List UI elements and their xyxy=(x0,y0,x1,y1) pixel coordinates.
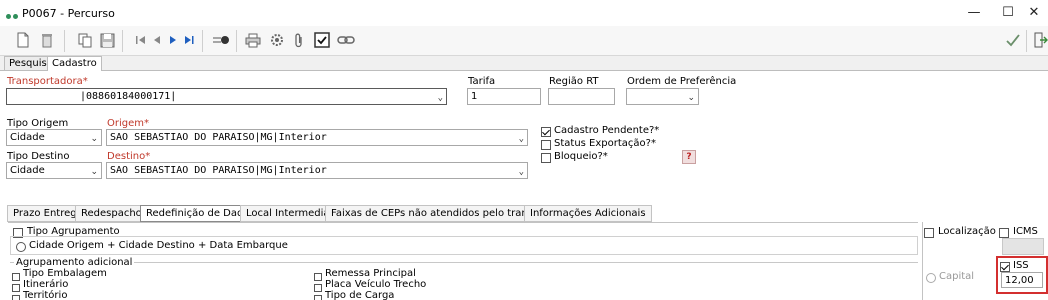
tarifa-label: Tarifa xyxy=(468,76,496,87)
panel-divider xyxy=(922,222,923,300)
cadastro-pendente-checkbox[interactable] xyxy=(541,125,551,138)
capital-label: Capital xyxy=(939,271,975,282)
minimize-button[interactable]: — xyxy=(964,4,984,22)
icms-label: ICMS xyxy=(1013,226,1038,237)
agrupamento-adicional-label: Agrupamento adicional xyxy=(14,257,135,268)
close-button[interactable]: ✕ xyxy=(1024,4,1044,22)
window-title: P0067 - Percurso xyxy=(22,7,115,20)
placa-veiculo-label: Placa Veículo Trecho xyxy=(325,279,427,290)
remessa-principal-label: Remessa Principal xyxy=(325,268,416,279)
territorio-label: Território xyxy=(23,290,68,300)
localizacao-label: Localização xyxy=(938,226,996,237)
tipo-destino-value: Cidade xyxy=(10,165,45,176)
app-logo-icon xyxy=(6,9,20,19)
new-doc-icon[interactable] xyxy=(14,31,32,49)
confirm-icon[interactable] xyxy=(1004,31,1022,49)
settings-icon[interactable] xyxy=(268,31,286,49)
divider xyxy=(10,262,918,263)
tipo-destino-label: Tipo Destino xyxy=(7,151,70,162)
subtab-informacoes-adicionais[interactable]: Informações Adicionais xyxy=(524,205,652,222)
tipo-origem-label: Tipo Origem xyxy=(7,118,69,129)
maximize-button[interactable]: ☐ xyxy=(998,4,1018,22)
last-record-icon[interactable] xyxy=(180,31,198,49)
transportadora-label: Transportadora* xyxy=(7,76,88,87)
tipo-origem-value: Cidade xyxy=(10,132,45,143)
tipo-origem-select[interactable]: Cidade ⌄ xyxy=(6,129,102,146)
origem-value: SAO SEBASTIAO DO PARAISO|MG|Interior xyxy=(110,132,327,143)
transportadora-value: |08860184000171| xyxy=(80,91,177,102)
iss-label: ISS xyxy=(1013,260,1029,271)
chevron-down-icon[interactable]: ⌄ xyxy=(90,132,98,145)
title-bar xyxy=(0,0,1048,26)
link-icon[interactable] xyxy=(337,31,355,49)
origem-label: Origem* xyxy=(107,118,150,129)
destino-label: Destino* xyxy=(107,151,151,162)
transportadora-field[interactable]: |08860184000171| ⌄ xyxy=(6,88,447,105)
tab-cadastro[interactable]: Cadastro xyxy=(47,56,102,71)
origem-field[interactable]: SAO SEBASTIAO DO PARAISO|MG|Interior ⌄ xyxy=(106,129,528,146)
print-icon[interactable] xyxy=(244,31,262,49)
delete-icon[interactable] xyxy=(38,31,56,49)
chevron-down-icon[interactable]: ⌄ xyxy=(519,132,524,145)
agrupamento-radio-label: Cidade Origem + Cidade Destino + Data Em… xyxy=(29,240,288,251)
cadastro-pendente-label: Cadastro Pendente?* xyxy=(554,125,660,136)
regiao-label: Região RT xyxy=(549,76,599,87)
tipo-destino-select[interactable]: Cidade ⌄ xyxy=(6,162,102,179)
localizacao-checkbox[interactable] xyxy=(924,226,934,239)
ordem-select[interactable]: ⌄ xyxy=(626,88,699,105)
copy-icon[interactable] xyxy=(76,31,94,49)
audit-icon[interactable] xyxy=(212,31,230,49)
destino-field[interactable]: SAO SEBASTIAO DO PARAISO|MG|Interior ⌄ xyxy=(106,162,528,179)
check-icon[interactable] xyxy=(313,31,331,49)
tarifa-field[interactable]: 1 xyxy=(467,88,541,105)
chevron-down-icon[interactable]: ⌄ xyxy=(438,91,443,104)
status-exportacao-label: Status Exportação?* xyxy=(554,138,656,149)
subtab-redespacho[interactable]: Redespacho xyxy=(75,205,148,222)
attach-icon[interactable] xyxy=(290,31,308,49)
iss-value-field[interactable]: 12,00 xyxy=(1001,272,1043,288)
capital-radio xyxy=(926,271,936,284)
save-icon[interactable] xyxy=(98,31,116,49)
tipo-embalagem-label: Tipo Embalagem xyxy=(23,268,107,279)
exit-icon[interactable] xyxy=(1032,31,1048,49)
tipo-carga-checkbox[interactable] xyxy=(314,292,322,300)
chevron-down-icon[interactable]: ⌄ xyxy=(90,165,98,178)
bloqueio-checkbox[interactable] xyxy=(541,151,551,164)
icms-field xyxy=(1002,238,1044,255)
agrupamento-radio[interactable] xyxy=(16,240,26,253)
redefinicao-panel xyxy=(8,222,918,300)
bloqueio-label: Bloqueio?* xyxy=(554,151,608,162)
chevron-down-icon[interactable]: ⌄ xyxy=(519,165,524,178)
tipo-carga-label: Tipo de Carga xyxy=(325,290,395,300)
status-exportacao-checkbox[interactable] xyxy=(541,138,551,151)
territorio-checkbox[interactable] xyxy=(12,292,20,300)
itinerario-label: Itinerário xyxy=(23,279,69,290)
ordem-label: Ordem de Preferência xyxy=(627,76,737,87)
help-icon[interactable]: ? xyxy=(682,150,696,164)
regiao-field[interactable] xyxy=(548,88,615,105)
chevron-down-icon[interactable]: ⌄ xyxy=(687,91,695,104)
destino-value: SAO SEBASTIAO DO PARAISO|MG|Interior xyxy=(110,165,327,176)
